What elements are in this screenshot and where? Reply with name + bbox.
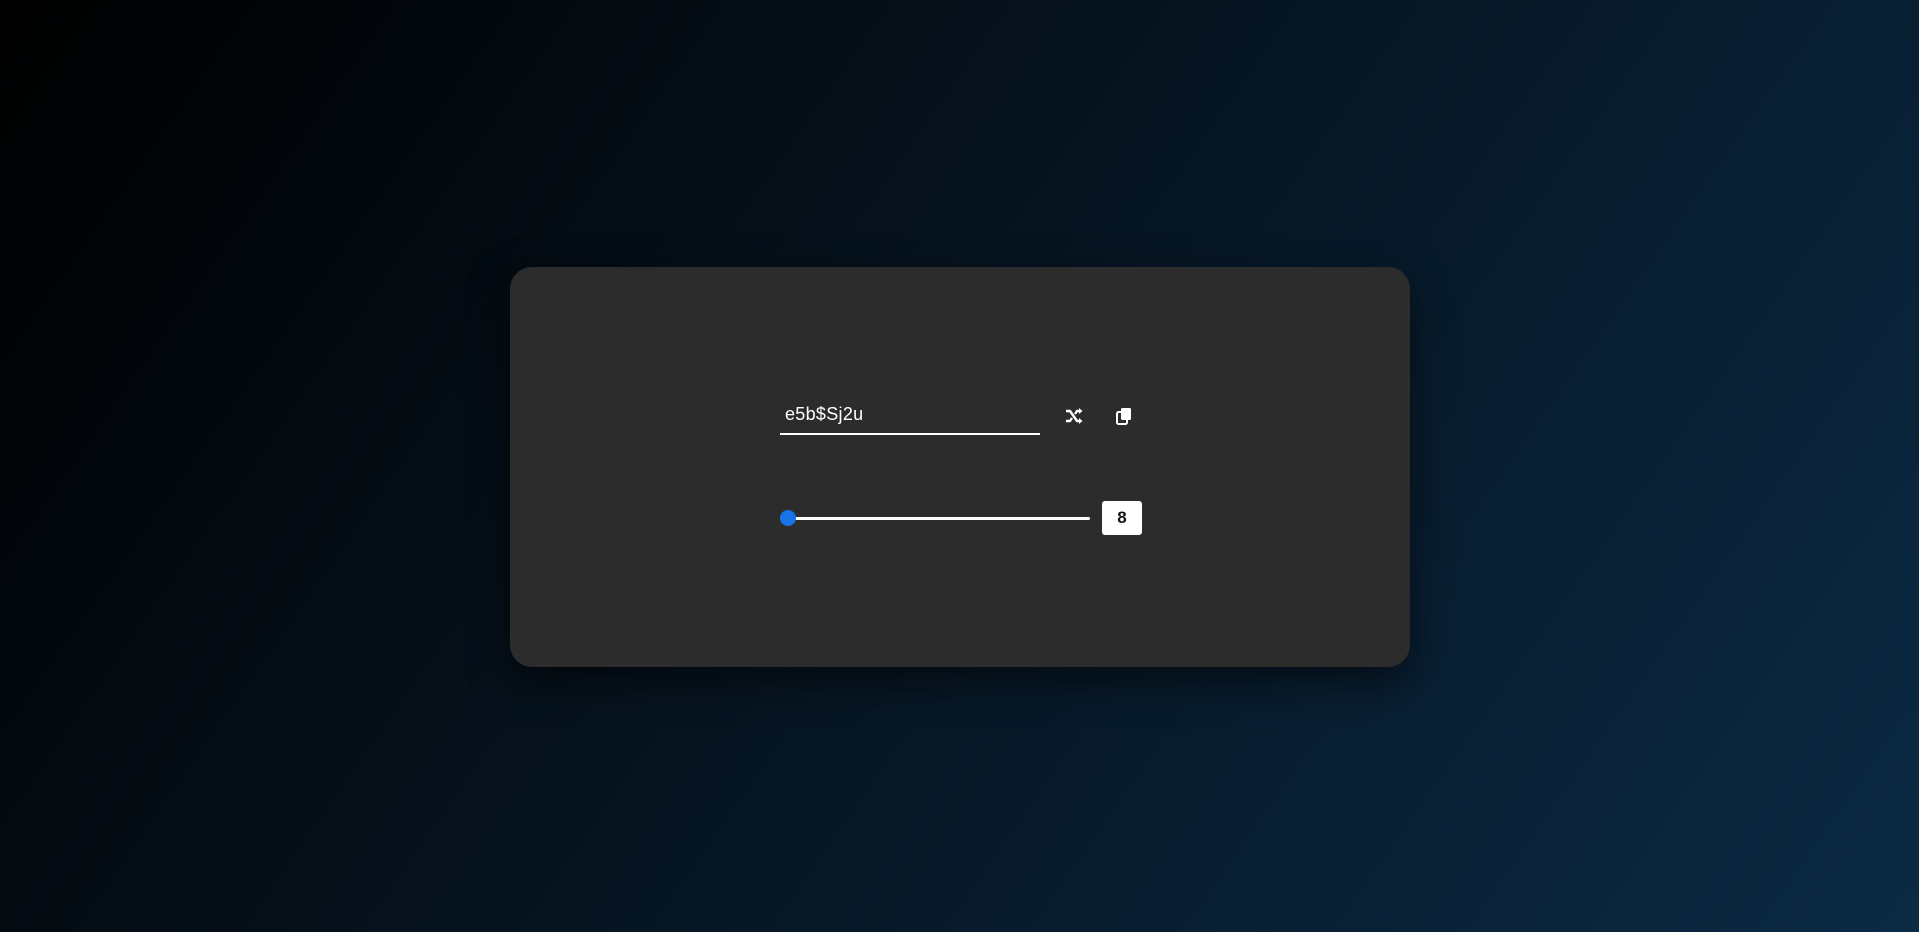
length-slider[interactable] [780,509,1090,527]
copy-button[interactable] [1108,401,1140,433]
password-generator-card: 8 [510,267,1410,667]
slider-thumb[interactable] [780,510,796,526]
shuffle-icon [1064,406,1084,429]
password-input[interactable] [780,401,1040,435]
shuffle-button[interactable] [1058,401,1090,433]
length-row: 8 [780,501,1142,535]
password-row [780,401,1140,435]
copy-icon [1114,406,1134,429]
slider-track [780,517,1090,520]
length-value: 8 [1102,501,1142,535]
